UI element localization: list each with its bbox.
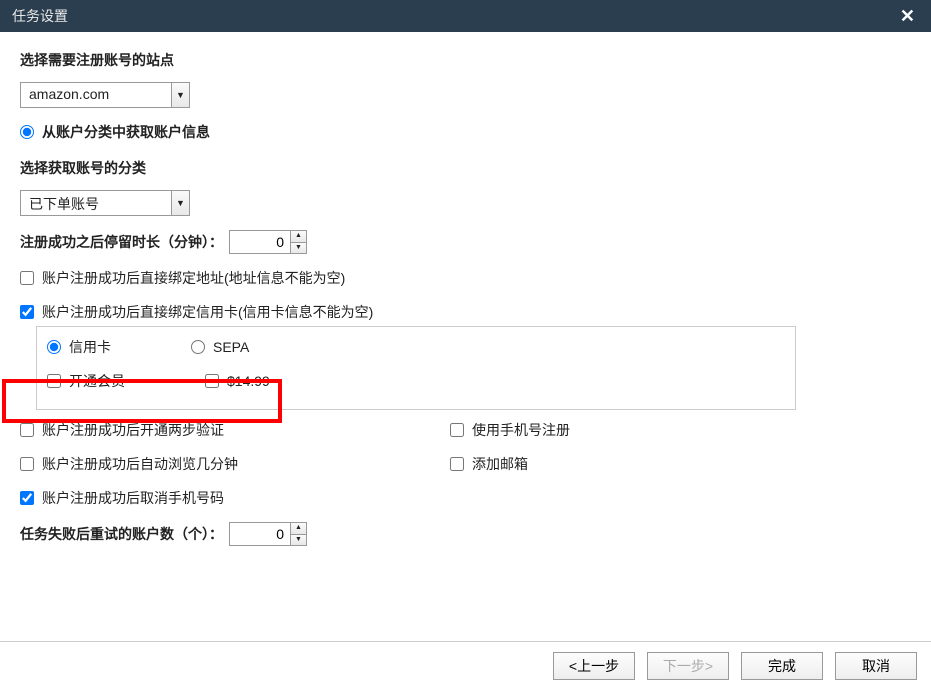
- category-dropdown-value: 已下单账号: [21, 191, 171, 215]
- two-step-label: 账户注册成功后开通两步验证: [42, 420, 224, 440]
- credit-card-radio[interactable]: 信用卡: [47, 337, 111, 357]
- auto-browse-label: 账户注册成功后自动浏览几分钟: [42, 454, 238, 474]
- sepa-radio[interactable]: SEPA: [191, 337, 249, 357]
- add-email-checkbox-input[interactable]: [450, 457, 464, 471]
- bind-card-label: 账户注册成功后直接绑定信用卡(信用卡信息不能为空): [42, 302, 373, 322]
- bind-card-checkbox-input[interactable]: [20, 305, 34, 319]
- site-dropdown[interactable]: amazon.com ▼: [20, 82, 190, 108]
- from-category-radio-input[interactable]: [20, 125, 34, 139]
- bind-card-checkbox[interactable]: 账户注册成功后直接绑定信用卡(信用卡信息不能为空): [20, 302, 373, 322]
- retry-count-spinner[interactable]: ▲ ▼: [229, 522, 307, 546]
- bind-address-checkbox[interactable]: 账户注册成功后直接绑定地址(地址信息不能为空): [20, 268, 345, 288]
- card-options-panel: 信用卡 SEPA 开通会员 $14.99: [36, 326, 796, 410]
- add-email-label: 添加邮箱: [472, 454, 528, 474]
- retry-count-input[interactable]: [230, 523, 290, 545]
- close-icon[interactable]: ✕: [896, 6, 919, 27]
- two-step-checkbox-input[interactable]: [20, 423, 34, 437]
- site-select-label: 选择需要注册账号的站点: [20, 50, 911, 70]
- stay-duration-spinner[interactable]: ▲ ▼: [229, 230, 307, 254]
- sepa-radio-label: SEPA: [213, 339, 249, 355]
- spinner-down-icon[interactable]: ▼: [291, 243, 306, 254]
- spinner-up-icon[interactable]: ▲: [291, 523, 306, 535]
- open-member-checkbox[interactable]: 开通会员: [47, 371, 125, 391]
- credit-card-radio-input[interactable]: [47, 340, 61, 354]
- add-email-checkbox[interactable]: 添加邮箱: [450, 454, 528, 474]
- cancel-phone-checkbox-input[interactable]: [20, 491, 34, 505]
- chevron-down-icon[interactable]: ▼: [171, 83, 189, 107]
- cancel-phone-checkbox[interactable]: 账户注册成功后取消手机号码: [20, 488, 224, 508]
- chevron-down-icon[interactable]: ▼: [171, 191, 189, 215]
- sepa-radio-input[interactable]: [191, 340, 205, 354]
- bind-address-checkbox-input[interactable]: [20, 271, 34, 285]
- window-title: 任务设置: [12, 6, 68, 26]
- open-member-label: 开通会员: [69, 371, 125, 391]
- cancel-button[interactable]: 取消: [835, 652, 917, 680]
- open-member-checkbox-input[interactable]: [47, 374, 61, 388]
- bind-address-label: 账户注册成功后直接绑定地址(地址信息不能为空): [42, 268, 345, 288]
- prev-button[interactable]: <上一步: [553, 652, 635, 680]
- use-phone-checkbox[interactable]: 使用手机号注册: [450, 420, 570, 440]
- finish-button[interactable]: 完成: [741, 652, 823, 680]
- spinner-down-icon[interactable]: ▼: [291, 535, 306, 546]
- next-button: 下一步>: [647, 652, 729, 680]
- site-dropdown-value: amazon.com: [21, 83, 171, 107]
- price-checkbox-input[interactable]: [205, 374, 219, 388]
- auto-browse-checkbox-input[interactable]: [20, 457, 34, 471]
- stay-duration-label: 注册成功之后停留时长（分钟）：: [20, 232, 223, 252]
- titlebar: 任务设置 ✕: [0, 0, 931, 32]
- use-phone-checkbox-input[interactable]: [450, 423, 464, 437]
- credit-card-radio-label: 信用卡: [69, 337, 111, 357]
- from-category-radio[interactable]: 从账户分类中获取账户信息: [20, 122, 210, 142]
- category-dropdown[interactable]: 已下单账号 ▼: [20, 190, 190, 216]
- price-checkbox[interactable]: $14.99: [205, 371, 270, 391]
- from-category-radio-label: 从账户分类中获取账户信息: [42, 122, 210, 142]
- price-label: $14.99: [227, 373, 270, 389]
- retry-count-label: 任务失败后重试的账户数（个）：: [20, 524, 223, 544]
- auto-browse-checkbox[interactable]: 账户注册成功后自动浏览几分钟: [20, 454, 238, 474]
- spinner-up-icon[interactable]: ▲: [291, 231, 306, 243]
- stay-duration-input[interactable]: [230, 231, 290, 253]
- category-select-label: 选择获取账号的分类: [20, 158, 911, 178]
- footer-buttons: <上一步 下一步> 完成 取消: [0, 641, 931, 690]
- content-area: 选择需要注册账号的站点 amazon.com ▼ 从账户分类中获取账户信息 选择…: [0, 32, 931, 641]
- use-phone-label: 使用手机号注册: [472, 420, 570, 440]
- two-step-checkbox[interactable]: 账户注册成功后开通两步验证: [20, 420, 224, 440]
- cancel-phone-label: 账户注册成功后取消手机号码: [42, 488, 224, 508]
